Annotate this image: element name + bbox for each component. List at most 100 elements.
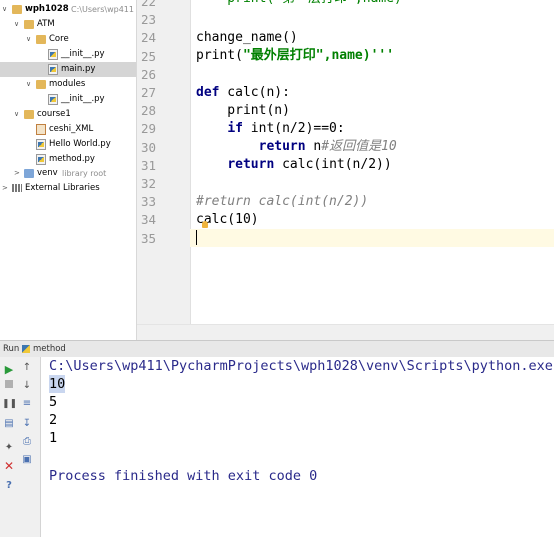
code-line: print("第一层打印",name) <box>196 0 402 8</box>
code-keyword: return <box>227 157 275 173</box>
code-text: calc(int(n/2)) <box>274 157 392 173</box>
console-exit-message: Process finished with exit code 0 <box>49 468 318 484</box>
project-tree-item[interactable]: > venv library root <box>0 166 136 181</box>
project-tree-item[interactable]: ∨ ATM <box>0 17 136 32</box>
python-file-icon <box>48 94 58 105</box>
code-text: print(n) <box>196 102 290 118</box>
chevron-down-icon[interactable]: ∨ <box>26 77 31 92</box>
text-caret <box>196 230 197 246</box>
project-tree-item[interactable]: Hello World.py <box>0 137 136 152</box>
code-text: calc(n): <box>219 84 290 100</box>
chevron-down-icon[interactable]: ∨ <box>2 2 7 17</box>
intention-bulb-icon[interactable] <box>202 221 208 228</box>
chevron-right-icon[interactable]: > <box>14 166 20 181</box>
project-tree-label: ceshi_XML <box>49 124 94 134</box>
chevron-down-icon[interactable]: ∨ <box>26 32 31 47</box>
code-text: change_name() <box>196 30 298 45</box>
project-tree-item[interactable]: __init__.py <box>0 47 136 62</box>
line-number: 27 <box>140 85 156 100</box>
project-tree-item[interactable]: ceshi_XML <box>0 122 136 137</box>
stop-icon[interactable] <box>2 379 16 393</box>
project-tree-label: ATM <box>37 19 55 29</box>
code-line: print(n) <box>196 102 290 120</box>
line-number: 24 <box>140 30 156 46</box>
run-config-name[interactable]: method <box>33 341 66 357</box>
trash-icon[interactable]: ▣ <box>20 453 34 467</box>
code-line: print("最外层打印",name)''' <box>196 47 394 65</box>
line-number: 32 <box>140 176 156 191</box>
folder-icon <box>36 35 46 44</box>
python-file-icon <box>36 139 46 150</box>
editor-scroll-area <box>137 324 554 341</box>
line-number: 35 <box>140 230 156 246</box>
pause-icon[interactable]: ❚❚ <box>2 397 17 411</box>
console-output-line: 10 <box>49 375 66 393</box>
project-tree-item[interactable]: ∨ course1 <box>0 107 136 122</box>
line-number-gutter: 22 23 24 25 26 27 28 29 30 31 32 33 34 35 <box>137 0 191 324</box>
code-text: print( <box>196 48 243 64</box>
project-tree-label: modules <box>49 79 86 89</box>
code-string: "最外层打印",name)''' <box>242 48 395 64</box>
project-tree-label: course1 <box>37 109 71 119</box>
layout-icon[interactable]: ▤ <box>2 417 16 431</box>
line-number: 31 <box>140 157 156 173</box>
rerun-icon[interactable]: ▶ <box>2 363 16 377</box>
print-icon[interactable]: ⎙ <box>20 435 34 449</box>
close-icon[interactable]: ✕ <box>2 459 16 473</box>
line-number: 26 <box>140 66 156 82</box>
python-file-icon <box>48 49 58 60</box>
project-tree-item[interactable]: method.py <box>0 152 136 167</box>
code-line: #return calc(int(n/2)) <box>196 193 368 211</box>
help-icon[interactable]: ? <box>2 479 16 493</box>
line-number: 33 <box>140 194 156 210</box>
soft-wrap-icon[interactable]: ≡ <box>20 397 34 411</box>
chevron-right-icon[interactable]: > <box>2 181 8 196</box>
python-file-icon <box>48 64 58 75</box>
run-console-output[interactable]: C:\Users\wp411\PycharmProjects\wph1028\v… <box>41 357 554 537</box>
console-command-line: C:\Users\wp411\PycharmProjects\wph1028\v… <box>49 358 553 374</box>
pin-icon[interactable]: ✦ <box>2 441 16 455</box>
scroll-up-icon[interactable]: ↑ <box>20 361 34 375</box>
folder-icon <box>24 20 34 29</box>
project-tree-label: __init__.py <box>61 49 105 59</box>
chevron-down-icon[interactable]: ∨ <box>14 17 19 32</box>
project-tree-item[interactable]: __init__.py <box>0 92 136 107</box>
code-line: if int(n/2)==0: <box>196 120 344 138</box>
code-editor[interactable]: print("第一层打印",name) change_name() print("最… <box>190 0 554 324</box>
line-number: 30 <box>140 139 156 155</box>
code-comment: #返回值是10 <box>321 139 397 155</box>
run-toolbar: ▶ ↑ ↓ ❚❚ ≡ ▤ ↧ ✦ ⎙ ✕ ▣ ? <box>0 357 41 537</box>
run-tab-label[interactable]: Run <box>3 341 19 357</box>
project-tree-extra: library root <box>62 169 107 178</box>
project-tree-panel: ∨ wph1028 C:\Users\wp411 ∨ ATM ∨ Core __init__.… <box>0 0 137 340</box>
code-comment: #return calc(int(n/2)) <box>196 193 369 209</box>
scroll-end-icon[interactable]: ↧ <box>20 417 34 431</box>
folder-icon <box>12 5 22 14</box>
code-keyword: if <box>227 121 243 136</box>
project-tree-label: External Libraries <box>25 183 100 193</box>
console-output-line: 5 <box>49 394 58 410</box>
console-output-line: 2 <box>49 412 58 428</box>
code-line: change_name() <box>196 29 298 47</box>
python-icon <box>22 345 30 353</box>
project-tree-item[interactable]: ∨ Core <box>0 32 136 47</box>
chevron-down-icon[interactable]: ∨ <box>14 107 19 122</box>
line-number: 22 <box>140 0 156 9</box>
project-tree-label: method.py <box>49 154 95 164</box>
library-icon <box>12 184 22 192</box>
project-tree-label: Core <box>49 34 69 44</box>
project-tree-item[interactable]: ∨ wph1028 C:\Users\wp411 <box>0 2 136 17</box>
project-tree-label: main.py <box>61 64 96 74</box>
run-tool-header: Run method <box>0 340 554 358</box>
scroll-down-icon[interactable]: ↓ <box>20 379 34 393</box>
project-tree-item[interactable]: > External Libraries <box>0 181 136 196</box>
code-line <box>190 229 554 248</box>
line-number: 25 <box>140 48 156 64</box>
project-tree-extra: C:\Users\wp411 <box>71 5 134 14</box>
project-tree-item[interactable]: main.py <box>0 62 136 77</box>
file-icon <box>36 124 46 135</box>
line-number: 28 <box>140 103 156 119</box>
project-tree-item[interactable]: ∨ modules <box>0 77 136 92</box>
